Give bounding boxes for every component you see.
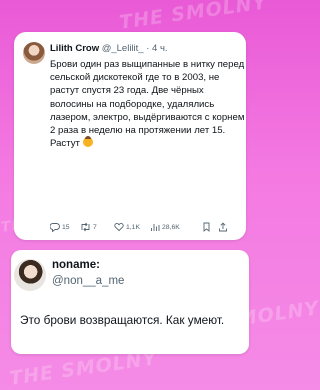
- tweet-actions: 15 7 1,1K 28,6K: [50, 222, 240, 234]
- author-handle[interactable]: @_Lelilit_: [102, 43, 144, 54]
- separator-dot: ·: [146, 43, 150, 54]
- woman-facepalming-emoji-icon: [82, 136, 93, 148]
- tweet-text: Брови один раз выщипанные в нитку перед …: [50, 58, 246, 150]
- like-count: 1,1K: [126, 223, 140, 231]
- views-button[interactable]: 28,6K: [150, 222, 180, 232]
- tweet-timestamp[interactable]: 4 ч.: [152, 43, 168, 54]
- tweet-header: Lilith Crow @_Lelilit_ · 4 ч.: [50, 43, 168, 55]
- retweet-count: 7: [93, 223, 97, 231]
- views-count: 28,6K: [162, 223, 180, 231]
- watermark-text: THE SMOLNY: [118, 0, 269, 34]
- share-icon: [219, 222, 227, 232]
- share-button[interactable]: [218, 222, 228, 232]
- reply-count: 15: [62, 223, 70, 231]
- bookmark-button[interactable]: [202, 222, 211, 232]
- avatar[interactable]: [14, 259, 46, 291]
- retweet-button[interactable]: 7: [80, 222, 97, 232]
- avatar[interactable]: [23, 42, 45, 64]
- bookmark-icon: [203, 222, 210, 232]
- reply-icon: [50, 223, 60, 232]
- retweet-icon: [81, 222, 90, 232]
- heart-icon: [114, 223, 124, 232]
- reply-author-name[interactable]: noname:: [52, 259, 100, 271]
- tweet-card: Lilith Crow @_Lelilit_ · 4 ч. Брови один…: [14, 32, 246, 240]
- reply-author-handle[interactable]: @non__a_me: [52, 275, 124, 287]
- author-name[interactable]: Lilith Crow: [50, 43, 99, 54]
- like-button[interactable]: 1,1K: [114, 222, 140, 232]
- tweet-body: Брови один раз выщипанные в нитку перед …: [50, 59, 245, 150]
- views-icon: [151, 224, 160, 231]
- reply-text: Это брови возвращаются. Как умеют.: [20, 313, 225, 327]
- reply-card: noname: @non__a_me Это брови возвращаютс…: [11, 250, 249, 354]
- reply-button[interactable]: 15: [50, 222, 70, 232]
